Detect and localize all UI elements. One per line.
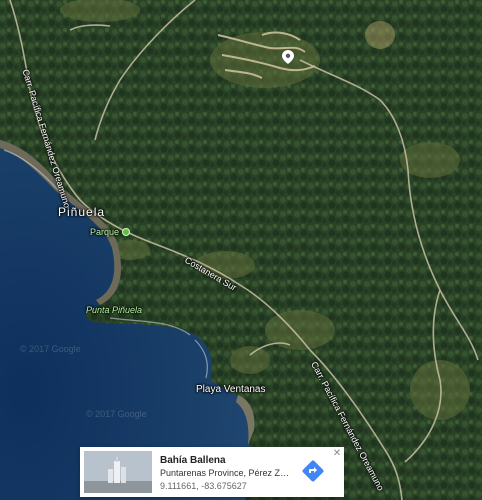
place-label-punta-punuela: Punta Piñuela — [86, 305, 143, 315]
close-button[interactable]: ✕ — [331, 448, 343, 460]
thumbnail-image — [84, 451, 152, 493]
park-poi-icon[interactable] — [122, 228, 130, 236]
place-thumbnail[interactable] — [84, 451, 152, 493]
map-watermark-1: © 2017 Google — [20, 344, 81, 354]
town-label-punuela: Piñuela — [58, 205, 106, 219]
directions-icon[interactable] — [302, 460, 324, 482]
satellite-map[interactable] — [0, 0, 482, 500]
map-pin-icon[interactable] — [282, 50, 294, 64]
place-title: Bahía Ballena — [160, 455, 226, 466]
place-address: Puntarenas Province, Pérez Zeled... — [160, 468, 290, 478]
map-watermark-2: © 2017 Google — [86, 409, 147, 419]
place-coordinates: 9.111661, -83.675627 — [160, 481, 247, 491]
poi-label-parque[interactable]: Parque — [90, 227, 119, 237]
place-label-playa-ventanas: Playa Ventanas — [196, 384, 266, 395]
place-info-card[interactable]: Bahía Ballena Puntarenas Province, Pérez… — [80, 447, 344, 497]
